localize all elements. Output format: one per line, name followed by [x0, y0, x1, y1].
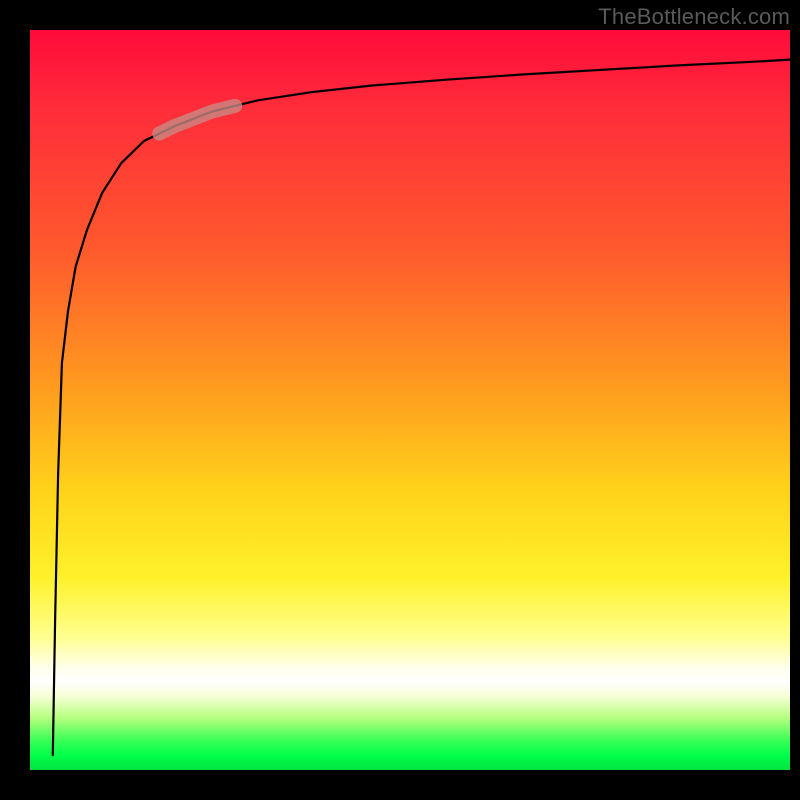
- watermark-text: TheBottleneck.com: [598, 4, 790, 30]
- bottleneck-curve: [53, 60, 790, 756]
- chart-frame: TheBottleneck.com: [0, 0, 800, 800]
- plot-area: [30, 30, 790, 770]
- highlight-segment: [159, 106, 235, 134]
- curve-layer: [30, 30, 790, 770]
